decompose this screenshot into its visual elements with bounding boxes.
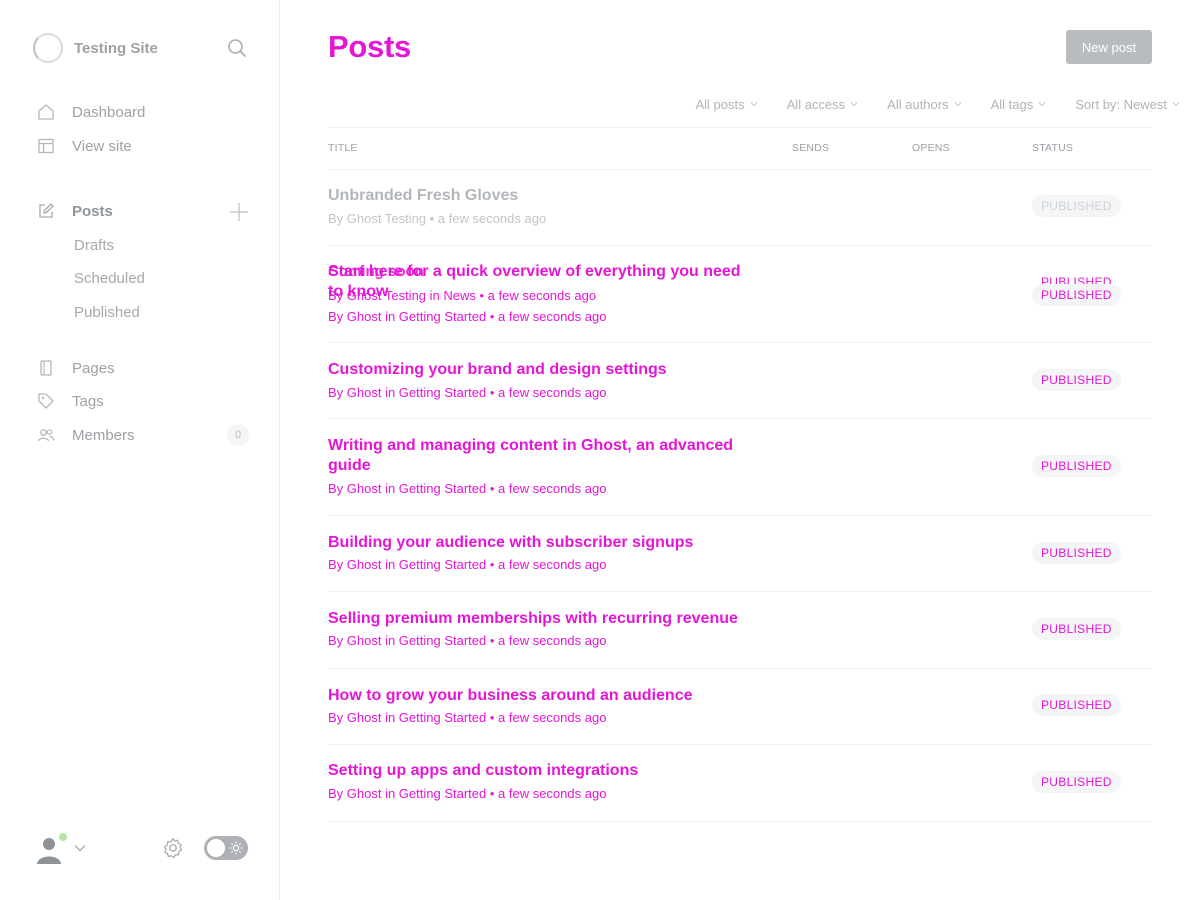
filter-type-dropdown[interactable]: All posts xyxy=(696,97,758,112)
post-title[interactable]: How to grow your business around an audi… xyxy=(328,686,758,706)
post-title[interactable]: Selling premium memberships with recurri… xyxy=(328,609,758,629)
post-row[interactable]: Writing and managing content in Ghost, a… xyxy=(328,419,1152,516)
theme-toggle[interactable] xyxy=(204,836,248,860)
status-badge: PUBLISHED xyxy=(1032,284,1121,306)
filter-label: Sort by: Newest xyxy=(1075,96,1167,112)
sidebar-item-dashboard[interactable]: Dashboard xyxy=(36,98,145,126)
column-header-sends: SENDS xyxy=(792,142,830,154)
sidebar-item-label: Dashboard xyxy=(72,103,146,121)
page-icon xyxy=(36,358,56,378)
status-badge: PUBLISHED xyxy=(1032,771,1121,793)
members-count-badge: 0 xyxy=(227,424,249,446)
theme-toggle-knob xyxy=(207,839,225,857)
layout-icon xyxy=(36,136,56,156)
online-status-dot xyxy=(58,832,68,842)
divider xyxy=(328,127,1152,128)
post-meta: By Ghost in Getting Started • a few seco… xyxy=(328,557,607,572)
site-brand[interactable]: Testing Site xyxy=(33,33,158,63)
post-row[interactable]: Selling premium memberships with recurri… xyxy=(328,592,1152,669)
sidebar-item-pages[interactable]: Pages xyxy=(36,354,115,382)
post-row[interactable]: Unbranded Fresh Gloves By Ghost Testing … xyxy=(328,170,1152,246)
sidebar-item-posts[interactable]: Posts xyxy=(36,197,113,225)
tag-icon xyxy=(36,391,56,411)
new-post-button[interactable]: New post xyxy=(1066,30,1152,64)
sidebar-item-members[interactable]: Members xyxy=(36,421,135,449)
edit-icon xyxy=(36,201,56,221)
sidebar-item-view-site[interactable]: View site xyxy=(36,132,132,160)
site-logo xyxy=(33,33,63,63)
status-badge: PUBLISHED xyxy=(1032,455,1121,477)
filter-label: All posts xyxy=(695,96,745,112)
filter-label: All access xyxy=(786,96,846,112)
status-badge: PUBLISHED xyxy=(1032,195,1121,217)
sort-dropdown[interactable]: Sort by: Newest xyxy=(1075,97,1180,112)
post-title[interactable]: Customizing your brand and design settin… xyxy=(328,360,758,380)
post-meta: By Ghost in Getting Started • a few seco… xyxy=(328,481,607,496)
filter-label: All tags xyxy=(990,96,1034,112)
filter-tags-dropdown[interactable]: All tags xyxy=(991,97,1047,112)
column-header-opens: OPENS xyxy=(912,142,950,154)
site-title: Testing Site xyxy=(74,39,158,57)
post-meta: By Ghost Testing • a few seconds ago xyxy=(328,211,547,226)
sidebar-item-published[interactable]: Published xyxy=(74,300,140,324)
post-meta: By Ghost in Getting Started • a few seco… xyxy=(328,786,607,801)
page-title: Posts xyxy=(328,29,411,64)
sidebar-item-label: Pages xyxy=(72,359,115,377)
status-badge: PUBLISHED xyxy=(1032,369,1121,391)
post-title[interactable]: Writing and managing content in Ghost, a… xyxy=(328,436,758,476)
add-post-icon[interactable] xyxy=(228,201,250,223)
chevron-down-icon xyxy=(750,102,758,107)
sidebar-item-label: View site xyxy=(72,137,132,155)
chevron-down-icon[interactable] xyxy=(73,841,87,855)
post-row[interactable]: Coming soon By Ghost Testing in News • a… xyxy=(328,246,1152,343)
post-meta: By Ghost in Getting Started • a few seco… xyxy=(328,710,607,725)
post-meta: By Ghost in Getting Started • a few seco… xyxy=(328,633,607,648)
status-badge: PUBLISHED xyxy=(1032,694,1121,716)
search-icon[interactable] xyxy=(225,36,249,60)
status-badge: PUBLISHED xyxy=(1032,618,1121,640)
sidebar-item-tags[interactable]: Tags xyxy=(36,387,104,415)
sidebar-item-label: Tags xyxy=(72,392,104,410)
sidebar: Testing Site Dashboard View site Posts D… xyxy=(0,0,280,900)
chevron-down-icon xyxy=(954,102,961,107)
post-meta: By Ghost in Getting Started • a few seco… xyxy=(328,309,607,324)
members-icon xyxy=(36,425,56,445)
filter-authors-dropdown[interactable]: All authors xyxy=(887,97,961,112)
post-meta: By Ghost in Getting Started • a few seco… xyxy=(328,385,607,400)
filter-bar: All posts All access All authors All tag… xyxy=(667,94,1181,114)
post-title[interactable]: Unbranded Fresh Gloves xyxy=(328,186,758,206)
posts-list: Unbranded Fresh Gloves By Ghost Testing … xyxy=(328,170,1152,822)
chevron-down-icon xyxy=(1038,102,1046,107)
post-title[interactable]: Building your audience with subscriber s… xyxy=(328,533,758,553)
sidebar-item-label: Posts xyxy=(72,202,113,220)
filter-access-dropdown[interactable]: All access xyxy=(787,97,859,112)
main-content: Posts New post All posts All access All … xyxy=(280,0,1200,900)
home-icon xyxy=(36,102,56,122)
sidebar-item-scheduled[interactable]: Scheduled xyxy=(74,266,145,290)
sidebar-item-label: Members xyxy=(72,426,135,444)
status-badge: PUBLISHED xyxy=(1032,542,1121,564)
sidebar-item-drafts[interactable]: Drafts xyxy=(74,233,114,257)
post-row[interactable]: Customizing your brand and design settin… xyxy=(328,343,1152,419)
post-title[interactable]: Setting up apps and custom integrations xyxy=(328,761,758,781)
post-row[interactable]: Setting up apps and custom integrations … xyxy=(328,745,1152,822)
column-header-title: TITLE xyxy=(328,142,358,154)
gear-icon[interactable] xyxy=(161,836,185,860)
post-row[interactable]: Building your audience with subscriber s… xyxy=(328,516,1152,592)
column-header-status: STATUS xyxy=(1032,142,1074,154)
sun-icon xyxy=(228,840,244,856)
chevron-down-icon xyxy=(1172,102,1180,107)
filter-label: All authors xyxy=(887,96,949,112)
chevron-down-icon xyxy=(850,102,858,107)
post-title[interactable]: Start here for a quick overview of every… xyxy=(328,262,758,302)
post-row[interactable]: How to grow your business around an audi… xyxy=(328,669,1152,745)
